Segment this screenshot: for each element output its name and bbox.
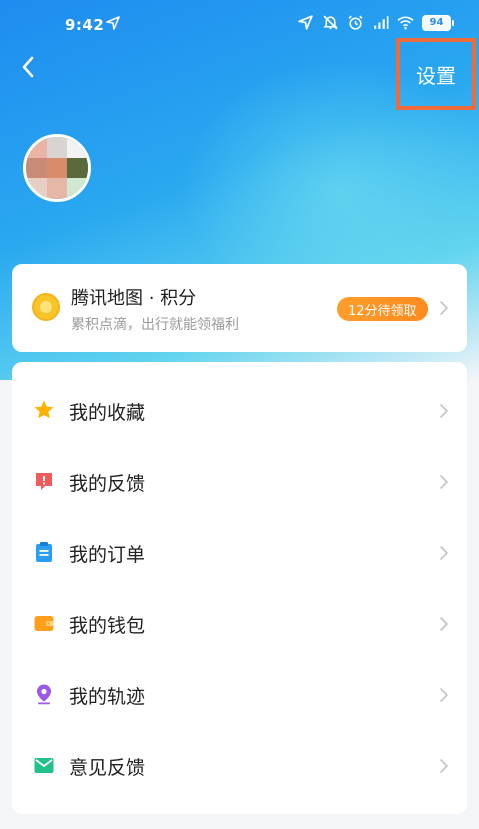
signal-icon [374,16,389,29]
menu-item-label: 我的订单 [69,544,146,566]
location-pin-icon [37,684,51,705]
location-arrow-icon [106,16,120,30]
chevron-right-icon [440,688,448,702]
menu-item-label: 我的钱包 [69,615,146,637]
wallet-icon [34,616,54,631]
menu-item-label: 意见反馈 [69,757,146,779]
menu-item-favorites[interactable]: 我的收藏 [12,376,467,447]
points-subtitle: 累积点滴，出行就能领福利 [71,317,239,333]
mute-bell-icon [323,15,338,30]
battery-indicator: 94 [422,14,454,31]
menu-item-my-feedback[interactable]: 我的反馈 [12,447,467,518]
chevron-right-icon [440,759,448,773]
menu-item-label: 我的轨迹 [69,686,146,708]
points-card[interactable]: 腾讯地图 · 积分 累积点滴，出行就能领福利 12分待领取 [12,264,467,352]
menu-item-label: 我的反馈 [69,473,146,495]
menu-item-track[interactable]: 我的轨迹 [12,660,467,731]
points-title: 腾讯地图 · 积分 [71,288,197,309]
menu-item-label: 我的收藏 [69,402,146,424]
chevron-right-icon [440,617,448,631]
status-time: 9:42 [65,16,105,34]
chevron-right-icon [440,301,448,315]
location-arrow-icon [298,15,313,30]
back-button[interactable] [14,52,42,82]
menu-item-suggestions[interactable]: 意见反馈 [12,731,467,802]
clipboard-icon [36,542,52,562]
points-badge[interactable]: 12分待领取 [337,297,428,321]
feedback-alert-icon [36,473,52,490]
star-icon [34,400,54,419]
envelope-icon [34,758,54,773]
chevron-right-icon [440,404,448,418]
wifi-icon [397,16,414,30]
chevron-right-icon [440,475,448,489]
status-icons: 94 [297,14,454,31]
menu-item-wallet[interactable]: 我的钱包 [12,589,467,660]
chevron-left-icon [22,56,34,78]
settings-label: 设置 [416,63,456,88]
alarm-clock-icon [348,15,363,30]
avatar[interactable] [23,134,91,202]
points-coin-icon [32,293,60,321]
chevron-right-icon [440,546,448,560]
menu-item-orders[interactable]: 我的订单 [12,518,467,589]
settings-button[interactable]: 设置 [396,38,476,110]
menu-list: 我的收藏 我的反馈 我的订单 我的钱包 我的轨迹 意见反馈 [12,362,467,814]
